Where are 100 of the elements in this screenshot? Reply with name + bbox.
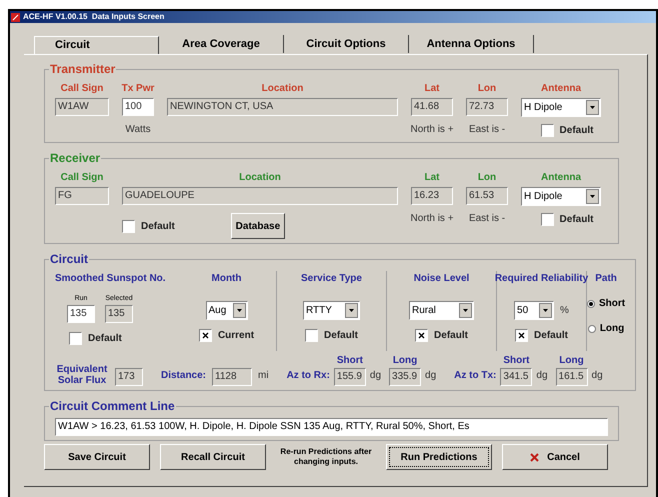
field-label: Short: [503, 354, 530, 368]
field-label: Lon: [478, 82, 496, 96]
hint-text: Watts: [125, 123, 151, 137]
checkbox[interactable]: [415, 329, 428, 342]
input-field[interactable]: 135: [105, 304, 133, 322]
tab[interactable]: Area Coverage: [159, 35, 284, 53]
dropdown[interactable]: H Dipole: [521, 98, 601, 117]
field-label: Noise Level: [414, 272, 470, 286]
checkbox[interactable]: [122, 220, 135, 232]
note-text: Re-run Predictions after changing inputs.: [279, 447, 373, 467]
group-title: Transmitter: [50, 62, 116, 76]
input-field[interactable]: 16.23: [411, 187, 453, 205]
field-label: Antenna: [541, 171, 581, 185]
checkbox-label: Default: [560, 213, 594, 227]
field-label: Lat: [424, 82, 440, 96]
dropdown[interactable]: Aug: [206, 301, 248, 320]
field-label: Month: [212, 272, 242, 286]
caret-icon: [345, 303, 358, 318]
input-field[interactable]: 335.9: [389, 368, 422, 386]
hint-text: dg: [592, 369, 603, 383]
checkbox-label: Default: [560, 124, 594, 138]
field-label: Az to Tx:: [454, 369, 496, 383]
window-title: ACE-HF V1.00.15 Data Inputs Screen: [23, 12, 164, 22]
hint-text: East is -: [468, 212, 506, 226]
input-field[interactable]: 173: [115, 368, 143, 386]
field-label: Long: [392, 354, 418, 368]
field-label: Smoothed Sunspot No.: [55, 272, 167, 286]
tab[interactable]: Antenna Options: [409, 35, 534, 53]
field-label: Service Type: [301, 272, 362, 286]
field-label: Location: [239, 171, 281, 185]
cross-icon: [517, 331, 526, 340]
caret-icon: [586, 100, 599, 115]
checkbox-label: Default: [534, 329, 568, 343]
caret-icon: [586, 189, 599, 204]
input-field[interactable]: 1128: [212, 368, 252, 386]
hint-text: %: [560, 304, 569, 318]
input-field[interactable]: 61.53: [466, 187, 508, 205]
field-label: Antenna: [541, 82, 581, 96]
radio-button[interactable]: [587, 300, 595, 308]
input-field[interactable]: FG: [55, 187, 109, 205]
input-field[interactable]: 100: [122, 98, 154, 116]
group-title: Circuit Comment Line: [50, 399, 175, 413]
caret-icon: [539, 303, 552, 318]
hint-text: North is +: [410, 212, 454, 226]
input-field[interactable]: 155.9: [334, 368, 366, 386]
field-label: Call Sign: [60, 171, 104, 185]
group-title: Receiver: [50, 151, 100, 165]
input-field[interactable]: 41.68: [411, 98, 453, 116]
checkbox-label: Default: [324, 329, 358, 343]
radio-label: Long: [600, 322, 624, 336]
checkbox-label: Default: [141, 220, 175, 234]
input-field[interactable]: 341.5: [500, 368, 532, 386]
checkbox[interactable]: [540, 124, 554, 137]
field-label: Tx Pwr: [122, 82, 154, 96]
caret-icon: [459, 303, 472, 318]
dropdown[interactable]: H Dipole: [521, 187, 601, 206]
button[interactable]: Save Circuit: [44, 444, 150, 470]
button[interactable]: Cancel: [502, 444, 608, 470]
input-field[interactable]: GUADELOUPE: [122, 187, 398, 205]
field-label: Location: [262, 82, 304, 96]
dropdown[interactable]: Rural: [409, 301, 474, 320]
input-field[interactable]: 161.5: [556, 368, 588, 386]
input-field[interactable]: W1AW: [55, 98, 109, 116]
radio-button[interactable]: [588, 324, 596, 332]
input-field[interactable]: 135: [67, 304, 95, 322]
radio-label: Short: [599, 297, 626, 311]
hint-text: North is +: [410, 123, 454, 137]
checkbox[interactable]: [198, 329, 212, 342]
checkbox[interactable]: [515, 329, 528, 342]
field-label: Call Sign: [60, 82, 104, 96]
tab[interactable]: Circuit Options: [284, 35, 409, 53]
comment-field[interactable]: W1AW > 16.23, 61.53 100W, H. Dipole, H. Dipole SSN 135 Aug, RTTY, Rural 50%, Short, Es: [55, 418, 608, 436]
field-label: Equivalent Solar Flux: [56, 364, 108, 386]
cross-icon: [200, 331, 210, 340]
app-icon: [11, 12, 20, 22]
cross-icon: [417, 331, 426, 340]
checkbox[interactable]: [540, 213, 554, 226]
dropdown[interactable]: 50: [514, 301, 554, 320]
checkbox[interactable]: [69, 332, 82, 344]
checkbox-label: Default: [88, 332, 122, 346]
field-label: Required Reliability: [494, 272, 588, 286]
hint-text: dg: [425, 369, 436, 383]
button[interactable]: Run Predictions: [386, 444, 492, 470]
field-label: Lat: [424, 171, 440, 185]
input-field[interactable]: NEWINGTON CT, USA: [167, 98, 398, 116]
button[interactable]: Database: [230, 213, 285, 239]
hint-text: dg: [536, 369, 548, 383]
hint-text: mi: [258, 369, 269, 383]
field-label: Distance:: [161, 369, 206, 383]
tab[interactable]: Circuit: [34, 36, 159, 54]
button[interactable]: Recall Circuit: [160, 444, 266, 470]
checkbox-label: Default: [434, 329, 468, 343]
checkbox-label: Current: [218, 329, 254, 343]
input-field[interactable]: 72.73: [466, 98, 508, 116]
hint-text: East is -: [468, 123, 506, 137]
group-title: Circuit: [50, 252, 88, 266]
close-icon: [530, 452, 540, 462]
dropdown[interactable]: RTTY: [303, 301, 360, 320]
field-label: Long: [559, 354, 584, 368]
checkbox[interactable]: [305, 329, 318, 342]
